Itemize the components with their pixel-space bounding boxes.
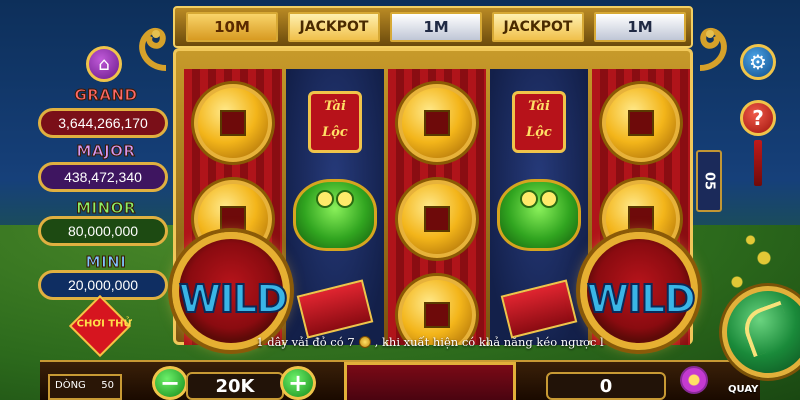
bet-decrease-button[interactable]: − xyxy=(152,366,188,400)
hint-text-before: 1 dây vải đỏ có 7 xyxy=(256,335,355,349)
plus-icon: + xyxy=(287,369,309,397)
coin-symbol xyxy=(395,177,479,261)
hint-text-after: , khi xuất hiện có khả năng kéo ngược l xyxy=(374,335,604,349)
paylines-box[interactable]: DÒNG 50 xyxy=(48,374,122,400)
home-icon: ⌂ xyxy=(98,53,110,75)
coin-symbol xyxy=(599,81,683,165)
top-slot-1: 10M xyxy=(186,12,278,42)
reel-3 xyxy=(388,69,486,345)
bet-increase-button[interactable]: + xyxy=(280,366,316,400)
scroll-text: Tài Lộc xyxy=(526,99,552,140)
tassel-ornament xyxy=(754,140,762,186)
top-slot-4: JACKPOT xyxy=(492,12,584,42)
question-icon: ? xyxy=(752,106,764,130)
grand-value: 3,644,266,170 xyxy=(38,108,168,138)
major-value: 438,472,340 xyxy=(38,162,168,192)
scroll-symbol: Tài Lộc xyxy=(512,91,566,153)
paylines-value: 50 xyxy=(101,380,114,391)
red-envelope-symbol xyxy=(296,279,374,339)
minus-icon: − xyxy=(159,369,181,397)
top-slot-3: 1M xyxy=(390,12,482,42)
red-envelope-symbol xyxy=(500,279,578,339)
flower-icon[interactable] xyxy=(680,366,708,394)
center-ornament-panel xyxy=(344,362,516,400)
wild-label: WILD xyxy=(178,276,289,322)
hint-message: 1 dây vải đỏ có 7 , khi xuất hiện có khả … xyxy=(240,335,620,353)
top-slot-2: JACKPOT xyxy=(288,12,380,42)
line-count-tab[interactable]: 05 xyxy=(696,150,722,212)
home-button[interactable]: ⌂ xyxy=(86,46,122,82)
spin-label: QUAY xyxy=(728,384,759,395)
golden-toad-symbol xyxy=(293,179,377,251)
wild-symbol-left: WILD xyxy=(172,232,290,350)
help-button[interactable]: ? xyxy=(740,100,776,136)
coin-symbol xyxy=(191,81,275,165)
bet-amount: 20K xyxy=(186,372,284,400)
win-amount: 0 xyxy=(546,372,666,400)
reel-4: Tài Lộc xyxy=(490,69,588,345)
paylines-label: DÒNG xyxy=(55,380,86,391)
major-label: MAJOR xyxy=(76,142,136,161)
minor-value: 80,000,000 xyxy=(38,216,168,246)
minor-label: MINOR xyxy=(76,199,136,218)
scroll-symbol: Tài Lộc xyxy=(308,91,362,153)
mini-value: 20,000,000 xyxy=(38,270,168,300)
golden-toad-symbol xyxy=(497,179,581,251)
try-play-label: CHƠI THỬ xyxy=(76,318,132,330)
grand-label: GRAND xyxy=(74,86,138,105)
scroll-text: Tài Lộc xyxy=(322,99,348,140)
coin-icon xyxy=(358,336,371,348)
coin-symbol xyxy=(395,81,479,165)
reel-2: Tài Lộc xyxy=(286,69,384,345)
top-slot-5: 1M xyxy=(594,12,686,42)
mini-label: MINI xyxy=(85,253,127,272)
settings-button[interactable]: ⚙ xyxy=(740,44,776,80)
wild-symbol-right: WILD xyxy=(580,232,698,350)
gear-icon: ⚙ xyxy=(749,50,767,74)
wild-label: WILD xyxy=(586,276,697,322)
